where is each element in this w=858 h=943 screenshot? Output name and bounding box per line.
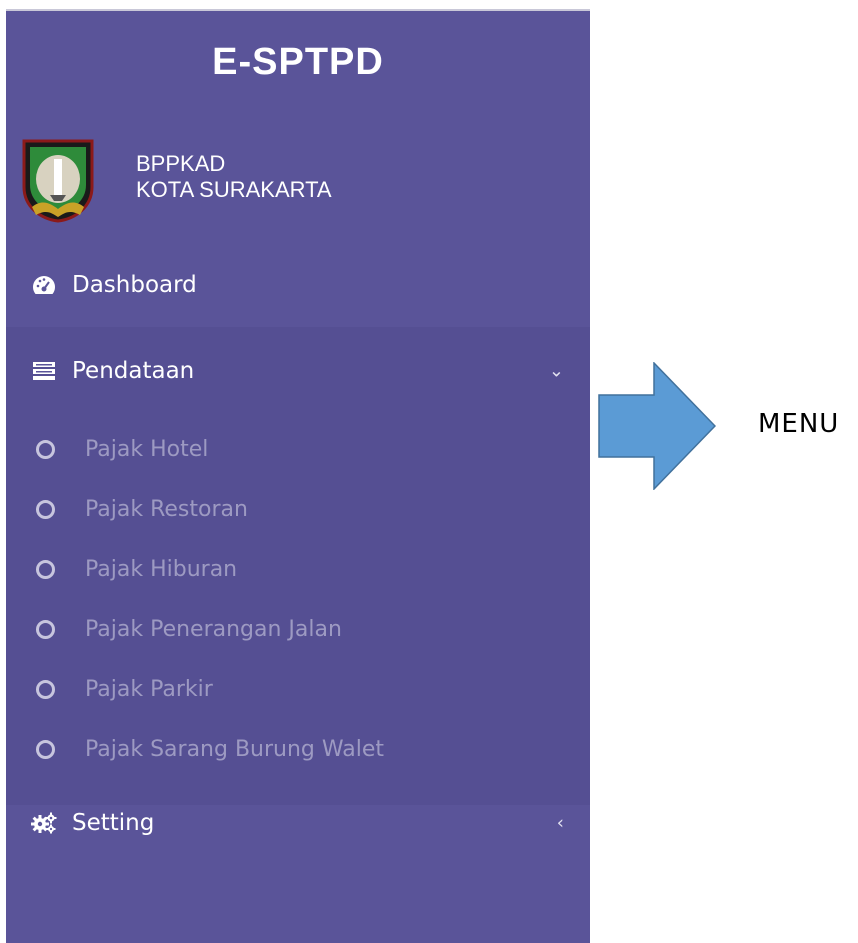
- submenu-item-label: Pajak Hiburan: [85, 556, 238, 582]
- sidebar-item-setting[interactable]: Setting ‹: [6, 779, 590, 867]
- sidebar-item-label: Setting: [72, 810, 155, 836]
- circle-icon: [36, 739, 55, 759]
- submenu-item-pajak-hiburan[interactable]: Pajak Hiburan: [6, 539, 590, 599]
- annotation-label: MENU: [758, 409, 840, 439]
- submenu-item-label: Pajak Penerangan Jalan: [85, 616, 342, 642]
- dashboard-icon: [30, 271, 58, 299]
- circle-icon: [36, 679, 55, 699]
- submenu-item-pajak-penerangan-jalan[interactable]: Pajak Penerangan Jalan: [6, 599, 590, 659]
- submenu-item-pajak-parkir[interactable]: Pajak Parkir: [6, 659, 590, 719]
- sidebar-item-dashboard[interactable]: Dashboard: [6, 241, 590, 329]
- org-line-1: BPPKAD: [136, 151, 226, 176]
- circle-icon: [36, 559, 55, 579]
- submenu-item-pajak-sarang-burung-walet[interactable]: Pajak Sarang Burung Walet: [6, 719, 590, 779]
- org-line-2: KOTA SURAKARTA: [136, 177, 332, 202]
- user-panel: BPPKAD KOTA SURAKARTA: [20, 135, 420, 225]
- brand-title[interactable]: E-SPTPD: [212, 41, 384, 84]
- arrow-right-icon: [598, 362, 716, 490]
- sidebar-item-label: Dashboard: [72, 272, 197, 298]
- chevron-down-icon[interactable]: ⌄: [549, 361, 564, 382]
- gears-icon: [30, 809, 58, 837]
- submenu-item-label: Pajak Hotel: [85, 436, 209, 462]
- submenu-item-pajak-restoran[interactable]: Pajak Restoran: [6, 479, 590, 539]
- circle-icon: [36, 439, 55, 459]
- submenu-item-pajak-hotel[interactable]: Pajak Hotel: [6, 419, 590, 479]
- brand-header[interactable]: E-SPTPD: [6, 11, 590, 121]
- sidebar-item-label: Pendataan: [72, 358, 195, 384]
- list-icon: [30, 357, 58, 385]
- submenu-item-label: Pajak Parkir: [85, 676, 213, 702]
- sidebar-item-pendataan[interactable]: Pendataan ⌄: [6, 327, 590, 415]
- sidebar: E-SPTPD BPPKAD KOTA SURAKARTA Dashboard …: [6, 9, 590, 943]
- chevron-left-icon[interactable]: ‹: [557, 813, 564, 834]
- circle-icon: [36, 619, 55, 639]
- submenu-item-label: Pajak Sarang Burung Walet: [85, 736, 384, 762]
- org-name: BPPKAD KOTA SURAKARTA: [136, 151, 332, 203]
- city-emblem-icon: [22, 139, 94, 223]
- submenu-pendataan: Pajak Hotel Pajak Restoran Pajak Hiburan…: [6, 415, 590, 805]
- submenu-item-label: Pajak Restoran: [85, 496, 248, 522]
- circle-icon: [36, 499, 55, 519]
